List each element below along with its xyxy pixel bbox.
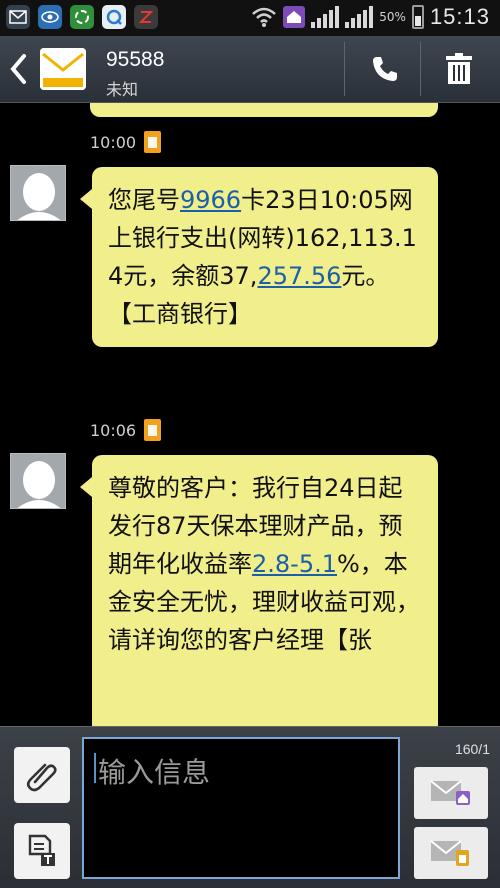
timestamp-text: 10:00 <box>90 132 137 152</box>
timestamp-text: 10:06 <box>90 420 137 440</box>
wifi-icon <box>252 7 277 27</box>
template-icon <box>28 834 55 866</box>
attach-button[interactable] <box>14 747 70 803</box>
signal-strength-icon-1 <box>311 6 340 28</box>
status-bar: 50% 15:13 <box>0 0 500 36</box>
avatar[interactable] <box>10 453 66 509</box>
send-sim2-icon <box>430 840 469 866</box>
contact-number: 95588 <box>106 48 165 71</box>
message-composer: 输入信息 160/1 <box>0 726 500 888</box>
sync-icon <box>70 5 94 29</box>
eye-icon <box>38 5 62 29</box>
status-indicators: 50% 15:13 <box>251 4 490 30</box>
message-input[interactable]: 输入信息 <box>82 737 400 879</box>
phone-icon <box>373 57 397 81</box>
send-sim1-icon <box>430 780 470 805</box>
previous-message-bubble[interactable] <box>90 103 438 117</box>
message-timestamp: 10:06 <box>90 419 162 441</box>
message-bubble[interactable]: 尊敬的客户：我行自24日起发行87天保本理财产品，预期年化收益率2.8-5.1%… <box>80 455 438 726</box>
sim-card-icon <box>144 131 162 153</box>
link-balance[interactable]: 257.56 <box>257 262 341 290</box>
link-card-number[interactable]: 9966 <box>180 186 241 214</box>
home-network-icon <box>283 6 306 28</box>
conversation-header: 95588 未知 <box>0 36 500 103</box>
header-divider <box>344 42 345 96</box>
delete-button[interactable] <box>426 42 492 96</box>
header-divider <box>420 42 421 96</box>
call-button[interactable] <box>352 42 418 96</box>
qq-icon <box>102 5 126 29</box>
clock: 15:13 <box>429 4 490 29</box>
signal-strength-icon-2 <box>345 6 374 28</box>
email-icon <box>6 5 30 29</box>
notification-icons <box>6 5 158 29</box>
app-icon <box>134 5 158 29</box>
text-cursor <box>94 753 96 783</box>
chevron-left-icon <box>10 54 26 84</box>
back-button[interactable] <box>8 52 34 86</box>
messaging-screen: 50% 15:13 95588 未知 10:00 您尾号9966卡23日10:0… <box>0 0 500 888</box>
envelope-icon <box>40 48 86 90</box>
message-bubble[interactable]: 您尾号9966卡23日10:05网上银行支出(网转)162,113.14元，余额… <box>80 167 438 347</box>
message-timestamp: 10:00 <box>90 131 162 153</box>
input-placeholder: 输入信息 <box>98 756 211 789</box>
contact-status: 未知 <box>106 80 139 99</box>
send-button-sim1[interactable] <box>414 767 488 819</box>
avatar[interactable] <box>10 165 66 221</box>
message-text: 您尾号9966卡23日10:05网上银行支出(网转)162,113.14元，余额… <box>108 186 417 328</box>
battery-icon <box>411 5 424 29</box>
trash-icon <box>446 53 472 84</box>
character-counter: 160/1 <box>454 741 490 757</box>
send-button-sim2[interactable] <box>414 827 488 879</box>
message-list[interactable]: 10:00 您尾号9966卡23日10:05网上银行支出(网转)162,113.… <box>0 103 500 726</box>
paperclip-icon <box>26 763 57 792</box>
insert-text-button[interactable] <box>14 823 70 879</box>
sim-card-icon <box>144 419 162 441</box>
message-text: 尊敬的客户：我行自24日起发行87天保本理财产品，预期年化收益率2.8-5.1%… <box>108 474 420 654</box>
link-rate[interactable]: 2.8-5.1 <box>252 550 337 578</box>
battery-percent: 50% <box>379 10 406 24</box>
